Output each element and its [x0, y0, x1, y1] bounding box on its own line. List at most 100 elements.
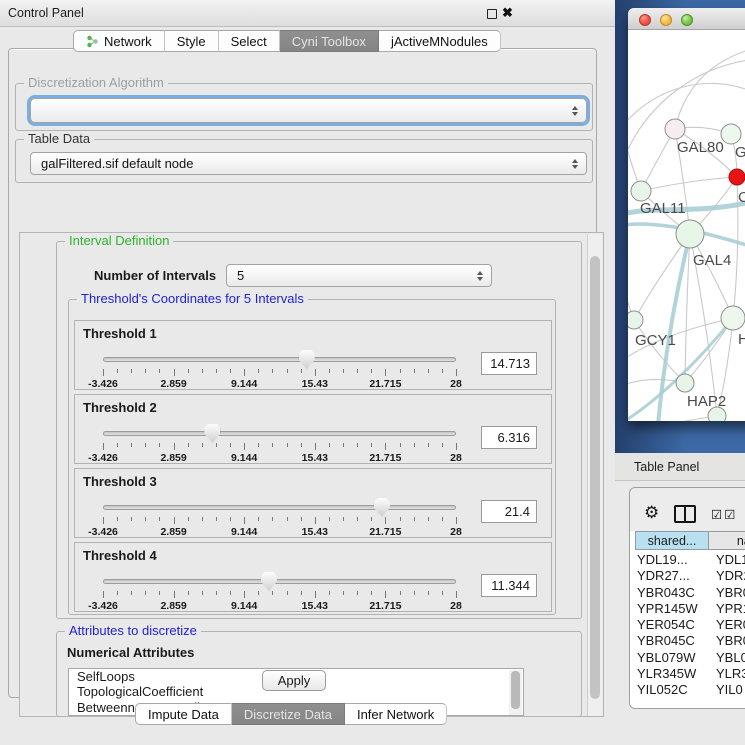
num-intervals-combobox[interactable]: 5 — [226, 264, 492, 287]
column-header-shared-name[interactable]: shared... — [635, 531, 709, 550]
table-data-combobox[interactable]: galFiltered.sif default node — [30, 152, 587, 175]
network-canvas[interactable]: GAL80GACGAL11GAL4GCY1HHAP2 — [628, 30, 745, 421]
tab-label: Impute Data — [148, 707, 219, 722]
threshold-slider[interactable]: -3.4262.8599.14415.4321.71528 — [103, 579, 456, 609]
tab-impute-data[interactable]: Impute Data — [135, 703, 232, 725]
algorithm-group-title: Discretization Algorithm — [24, 75, 168, 90]
network-node[interactable] — [628, 311, 643, 329]
table-body: shared... name YDL19...YDL1YDR27...YDR2Y… — [630, 531, 745, 709]
window-zoom-icon[interactable] — [681, 14, 693, 26]
table-row[interactable]: YPR145WYPR1 — [635, 601, 745, 617]
cell-shared-name: YPR145W — [635, 601, 709, 617]
algorithm-group: Discretization Algorithm — [15, 83, 593, 131]
window-close-icon[interactable] — [639, 14, 651, 26]
network-node-label: HAP2 — [687, 393, 726, 410]
table-panel-title: Table Panel — [634, 460, 699, 474]
slider-track[interactable] — [103, 431, 456, 436]
cell-shared-name: YBL079W — [635, 650, 709, 666]
threshold-panel-1: Threshold 1-3.4262.8599.14415.4321.71528… — [74, 320, 552, 390]
attributes-scrollbar[interactable] — [509, 670, 522, 716]
threshold-value-field[interactable]: 21.4 — [481, 500, 537, 523]
table-panel-titlebar: Table Panel — [615, 453, 745, 481]
table-data-group: Table Data galFiltered.sif default node — [15, 139, 593, 183]
network-edge — [634, 320, 685, 383]
table-row[interactable]: YLR345WYLR3 — [635, 666, 745, 682]
slider-tick-labels: -3.4262.8599.14415.4321.71528 — [103, 378, 456, 390]
float-window-icon[interactable] — [487, 9, 497, 19]
threshold-panel-4: Threshold 4 -3.4262.8599.14415.4321.71528… — [74, 542, 552, 612]
table-toolbar: ⚙ ☑☑ — [630, 488, 745, 530]
cell-shared-name: YBR043C — [635, 585, 709, 601]
split-panel-icon[interactable] — [674, 505, 696, 523]
network-node[interactable] — [665, 119, 685, 139]
threshold-value-field[interactable]: 14.713 — [481, 352, 537, 375]
combo-arrows-icon — [572, 159, 578, 169]
table-row[interactable]: YBL079WYBL0 — [635, 650, 745, 666]
threshold-slider[interactable]: -3.4262.8599.14415.4321.71528 — [103, 431, 456, 461]
table-rows: YDL19...YDL1YDR27...YDR2YBR043CYBR0YPR14… — [635, 552, 745, 699]
slider-handle[interactable] — [204, 424, 220, 443]
cell-shared-name: YDR27... — [635, 568, 709, 584]
settings-vertical-scrollbar[interactable] — [587, 234, 602, 717]
tab-label: jActiveMNodules — [391, 34, 488, 49]
threshold-panel-2: Threshold 2-3.4262.8599.14415.4321.71528… — [74, 394, 552, 464]
algorithm-combobox[interactable] — [30, 98, 587, 123]
network-node[interactable] — [721, 124, 741, 144]
network-node-label: GAL4 — [693, 252, 731, 269]
slider-handle[interactable] — [299, 350, 315, 369]
numerical-attributes-label: Numerical Attributes — [67, 645, 194, 660]
cell-name: YBL0 — [709, 650, 745, 666]
network-node[interactable] — [676, 220, 704, 248]
tab-style[interactable]: Style — [165, 30, 219, 52]
slider-track[interactable] — [103, 579, 456, 584]
combo-arrows-icon — [572, 106, 578, 116]
tab-jactivemnodules[interactable]: jActiveMNodules — [379, 30, 501, 52]
threshold-slider[interactable]: -3.4262.8599.14415.4321.71528 — [103, 505, 456, 535]
table-row[interactable]: YBR043CYBR0 — [635, 585, 745, 601]
network-node[interactable] — [631, 181, 651, 201]
close-icon[interactable]: ✖ — [502, 5, 513, 21]
network-node[interactable] — [729, 169, 745, 185]
tab-discretize-data[interactable]: Discretize Data — [232, 703, 345, 725]
tab-label: Network — [104, 34, 152, 49]
interval-definition-title: Interval Definition — [65, 233, 173, 248]
network-edge — [628, 83, 745, 125]
tab-select[interactable]: Select — [219, 30, 280, 52]
column-header-name[interactable]: name — [709, 531, 745, 550]
threshold-value-field[interactable]: 11.344 — [481, 574, 537, 597]
cell-name: YLR3 — [709, 666, 745, 682]
tab-infer-network[interactable]: Infer Network — [345, 703, 447, 725]
node-table: ⚙ ☑☑ shared... name YDL19...YDL1YDR27...… — [629, 487, 745, 709]
threshold-label: Threshold 4 — [83, 548, 157, 563]
cell-name: YBR0 — [709, 633, 745, 649]
network-node-label: C — [738, 189, 745, 206]
table-row[interactable]: YBR045CYBR0 — [635, 633, 745, 649]
table-row[interactable]: YDL19...YDL1 — [635, 552, 745, 568]
table-row[interactable]: YDR27...YDR2 — [635, 568, 745, 584]
network-edge — [641, 177, 737, 191]
table-data-title: Table Data — [24, 131, 94, 146]
slider-handle[interactable] — [374, 498, 390, 517]
select-columns-icon[interactable]: ☑☑ — [711, 507, 737, 522]
apply-button[interactable]: Apply — [262, 670, 326, 691]
table-row[interactable]: YER054CYER0 — [635, 617, 745, 633]
slider-track[interactable] — [103, 505, 456, 510]
window-minimize-icon[interactable] — [660, 14, 672, 26]
threshold-value-field[interactable]: 6.316 — [481, 426, 537, 449]
threshold-slider[interactable]: -3.4262.8599.14415.4321.71528 — [103, 357, 456, 387]
network-node[interactable] — [676, 374, 694, 392]
network-node[interactable] — [721, 306, 745, 330]
control-panel: Control Panel ✖ NetworkStyleSelectCyni T… — [0, 0, 615, 745]
tab-cyni-toolbox[interactable]: Cyni Toolbox — [280, 30, 379, 52]
network-window-titlebar — [628, 8, 745, 30]
slider-ticks — [103, 443, 456, 451]
cell-shared-name: YER054C — [635, 617, 709, 633]
table-row[interactable]: YIL052CYIL0 — [635, 682, 745, 698]
gear-icon[interactable]: ⚙ — [644, 505, 659, 522]
network-view-window: GAL80GACGAL11GAL4GCY1HHAP2 — [628, 8, 745, 421]
slider-handle[interactable] — [261, 572, 277, 591]
workspace-region: GAL80GACGAL11GAL4GCY1HHAP2 Table Panel ⚙… — [615, 0, 745, 745]
tab-label: Cyni Toolbox — [292, 34, 366, 49]
tab-network[interactable]: Network — [73, 30, 165, 52]
slider-track[interactable] — [103, 357, 456, 362]
